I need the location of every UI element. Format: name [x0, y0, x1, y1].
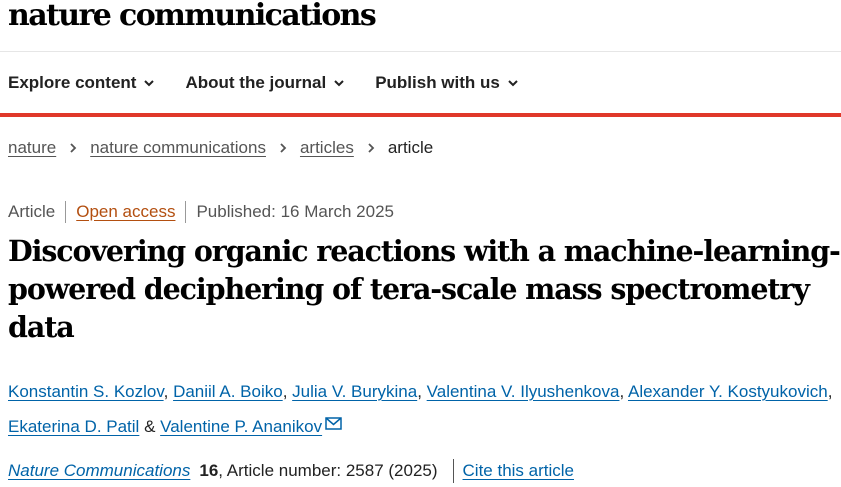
meta-divider	[185, 201, 187, 223]
author-link[interactable]: Ekaterina D. Patil	[8, 417, 139, 436]
nav-explore-content[interactable]: Explore content	[8, 73, 155, 93]
nav-label: Explore content	[8, 72, 137, 92]
breadcrumb-link-nature[interactable]: nature	[8, 138, 56, 158]
volume-number: 16	[199, 461, 219, 480]
chevron-right-icon	[70, 143, 77, 153]
chevron-right-icon	[280, 143, 287, 153]
breadcrumb: nature nature communications articles ar…	[8, 138, 433, 158]
article-title: Discovering organic reactions with a mac…	[8, 234, 841, 344]
nav-label: Publish with us	[375, 72, 500, 92]
author-link[interactable]: Valentine P. Ananikov	[160, 417, 322, 436]
author-link[interactable]: Alexander Y. Kostyukovich	[628, 382, 828, 401]
brand-bar: nature communications	[0, 0, 841, 52]
header-accent-rule	[0, 113, 841, 117]
nav-publish-with-us[interactable]: Publish with us	[375, 73, 519, 93]
open-access-link[interactable]: Open access	[76, 202, 175, 222]
author-separator: ,	[163, 382, 174, 401]
author-link[interactable]: Daniil A. Boiko	[173, 382, 283, 401]
article-number: , Article number: 2587 (2025)	[218, 461, 438, 480]
author-separator: ,	[417, 382, 427, 401]
author-separator: ,	[619, 382, 628, 401]
breadcrumb-current: article	[387, 138, 434, 157]
nav-label: About the journal	[185, 72, 327, 92]
article-meta: Article Open access Published: 16 March …	[8, 201, 394, 223]
chevron-down-icon	[334, 79, 344, 86]
author-separator: &	[139, 417, 161, 436]
author-link[interactable]: Julia V. Burykina	[292, 382, 417, 401]
journal-logo[interactable]: nature communications	[8, 0, 377, 35]
author-link[interactable]: Valentina V. Ilyushenkova	[427, 382, 620, 401]
citation-line: Nature Communications 16 , Article numbe…	[8, 459, 574, 483]
breadcrumb-link-nature-communications[interactable]: nature communications	[90, 138, 266, 158]
chevron-down-icon	[144, 79, 155, 86]
nav-about-the-journal[interactable]: About the journal	[185, 73, 345, 93]
chevron-down-icon	[508, 79, 518, 86]
breadcrumb-link-articles[interactable]: articles	[300, 138, 354, 158]
chevron-right-icon	[368, 143, 375, 153]
article-type: Article	[8, 202, 56, 221]
envelope-icon[interactable]	[325, 417, 342, 430]
meta-divider	[65, 201, 67, 223]
author-link[interactable]: Konstantin S. Kozlov	[8, 382, 164, 401]
author-list: Konstantin S. Kozlov, Daniil A. Boiko, J…	[8, 374, 838, 444]
citation-divider	[452, 459, 454, 483]
site-header: nature communications Explore content Ab…	[0, 0, 841, 117]
cite-this-article-link[interactable]: Cite this article	[463, 461, 574, 481]
journal-link[interactable]: Nature Communications	[8, 461, 190, 481]
author-separator: ,	[827, 382, 833, 401]
author-separator: ,	[282, 382, 293, 401]
main-nav: Explore content About the journal Publis…	[0, 52, 841, 113]
published-date: Published: 16 March 2025	[196, 202, 394, 221]
